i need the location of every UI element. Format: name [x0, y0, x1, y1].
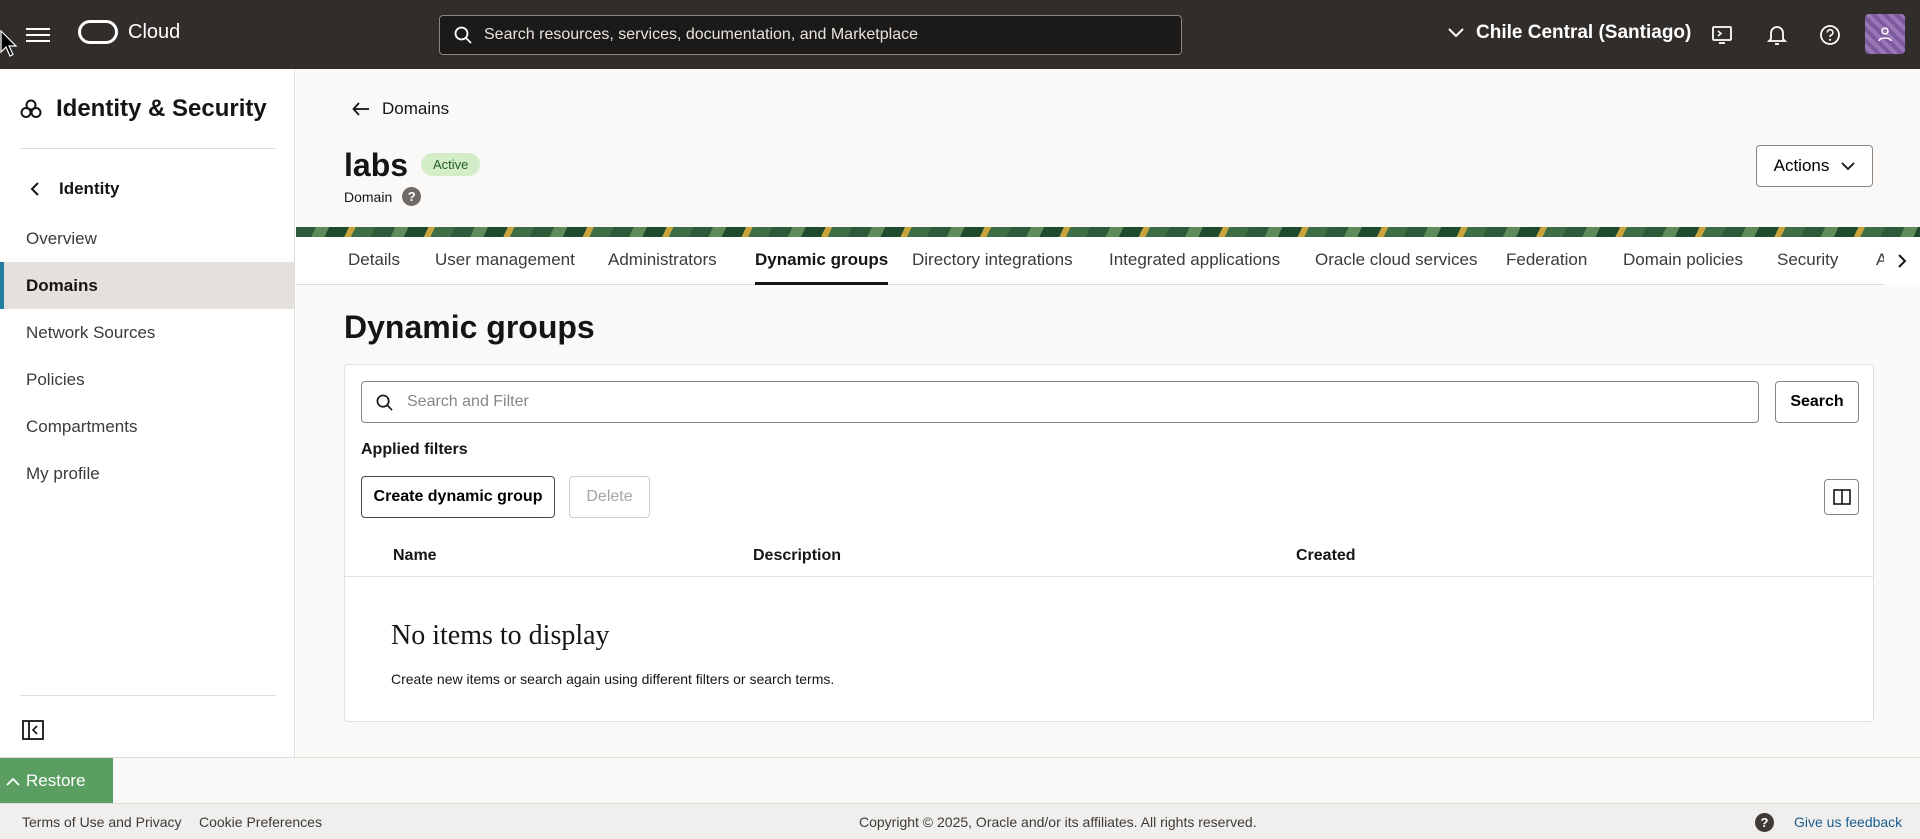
- search-filter-input[interactable]: [407, 393, 1747, 411]
- tab-domain-policies[interactable]: Domain policies: [1623, 237, 1743, 285]
- breadcrumb-domains[interactable]: Domains: [352, 99, 449, 119]
- chevron-up-icon: [6, 777, 20, 786]
- search-icon: [454, 26, 472, 44]
- arrow-left-icon: [352, 102, 369, 116]
- applied-filters-label: Applied filters: [361, 441, 468, 458]
- identity-security-icon: [20, 99, 42, 118]
- column-header-name[interactable]: Name: [393, 547, 437, 565]
- tab-dynamic-groups[interactable]: Dynamic groups: [755, 237, 889, 285]
- top-header: Cloud Chile Central (Santiago): [0, 0, 1920, 69]
- brand-label: Cloud: [128, 20, 181, 43]
- column-header-created[interactable]: Created: [1296, 547, 1356, 565]
- bell-icon[interactable]: [1764, 22, 1790, 48]
- chevron-down-icon: [1448, 28, 1464, 38]
- copyright-text: Copyright © 2025, Oracle and/or its affi…: [859, 814, 1257, 830]
- sidebar-back-identity[interactable]: Identity: [30, 179, 119, 199]
- help-icon[interactable]: [1817, 22, 1843, 48]
- tab-details[interactable]: Details: [348, 237, 400, 285]
- divider: [20, 695, 276, 696]
- empty-state-text: Create new items or search again using d…: [391, 671, 835, 687]
- tab-administrators[interactable]: Administrators: [608, 237, 717, 285]
- user-icon: [1878, 27, 1892, 42]
- main-content: Domains labs Active Domain ? Actions Det…: [296, 69, 1920, 757]
- restore-bar: Restore: [0, 757, 1920, 804]
- collapse-sidebar-icon[interactable]: [22, 720, 44, 745]
- mouse-cursor-icon: [0, 30, 18, 57]
- footer: Terms of Use and Privacy Cookie Preferen…: [0, 803, 1920, 839]
- column-header-description[interactable]: Description: [753, 547, 841, 565]
- tab-security[interactable]: Security: [1777, 237, 1838, 285]
- page-subtitle: Domain ?: [344, 187, 422, 206]
- chevron-down-icon: [1841, 161, 1856, 170]
- sidebar-item-my-profile[interactable]: My profile: [0, 450, 294, 497]
- sidebar-item-policies[interactable]: Policies: [0, 356, 294, 403]
- sidebar-item-compartments[interactable]: Compartments: [0, 403, 294, 450]
- region-selector[interactable]: Chile Central (Santiago): [1448, 22, 1691, 44]
- tab-integrated-applications[interactable]: Integrated applications: [1109, 237, 1280, 285]
- user-avatar[interactable]: [1865, 14, 1905, 54]
- tab-directory-integrations[interactable]: Directory integrations: [912, 237, 1073, 285]
- section-title: Dynamic groups: [344, 309, 595, 345]
- oracle-cloud-logo[interactable]: Cloud: [78, 20, 180, 44]
- divider: [20, 148, 276, 149]
- chevron-left-icon: [30, 182, 39, 196]
- status-badge: Active: [421, 153, 481, 176]
- terms-link[interactable]: Terms of Use and Privacy: [22, 814, 182, 830]
- dynamic-groups-panel: Search Applied filters Create dynamic gr…: [344, 364, 1874, 722]
- search-filter-field[interactable]: [361, 381, 1759, 423]
- table-header: Name Description Created: [345, 535, 1873, 577]
- decorative-banner: [296, 227, 1920, 237]
- feedback-link[interactable]: Give us feedback: [1794, 814, 1902, 830]
- region-label: Chile Central (Santiago): [1476, 22, 1692, 43]
- tab-oracle-cloud-services[interactable]: Oracle cloud services: [1315, 237, 1478, 285]
- oracle-logo-icon: [78, 20, 118, 44]
- empty-state-title: No items to display: [391, 620, 610, 651]
- actions-button[interactable]: Actions: [1756, 145, 1873, 187]
- delete-button[interactable]: Delete: [569, 476, 650, 518]
- sidebar-nav: Overview Domains Network Sources Policie…: [0, 215, 294, 497]
- create-dynamic-group-button[interactable]: Create dynamic group: [361, 476, 555, 518]
- global-search-input[interactable]: [484, 26, 1164, 44]
- help-icon[interactable]: ?: [402, 187, 422, 206]
- global-search[interactable]: [439, 15, 1182, 55]
- cloud-shell-icon[interactable]: [1709, 22, 1735, 48]
- sidebar-item-network-sources[interactable]: Network Sources: [0, 309, 294, 356]
- sidebar: Identity & Security Identity Overview Do…: [0, 69, 295, 757]
- sidebar-item-overview[interactable]: Overview: [0, 215, 294, 262]
- page-title: labs: [344, 147, 409, 183]
- chevron-right-icon: [1897, 254, 1906, 268]
- tabs-scroll-right[interactable]: [1884, 237, 1920, 285]
- cookie-preferences-link[interactable]: Cookie Preferences: [199, 814, 322, 830]
- search-icon: [376, 394, 393, 411]
- sidebar-item-domains[interactable]: Domains: [0, 262, 294, 309]
- columns-icon: [1832, 489, 1851, 505]
- help-icon[interactable]: ?: [1755, 813, 1774, 832]
- tab-user-management[interactable]: User management: [435, 237, 575, 285]
- tab-federation[interactable]: Federation: [1506, 237, 1587, 285]
- columns-toggle-button[interactable]: [1824, 479, 1859, 515]
- sidebar-title: Identity & Security: [20, 95, 267, 123]
- domain-tabs: Details User management Administrators D…: [296, 237, 1920, 285]
- search-button[interactable]: Search: [1775, 381, 1859, 423]
- restore-button[interactable]: Restore: [0, 758, 113, 804]
- menu-icon[interactable]: [24, 24, 52, 46]
